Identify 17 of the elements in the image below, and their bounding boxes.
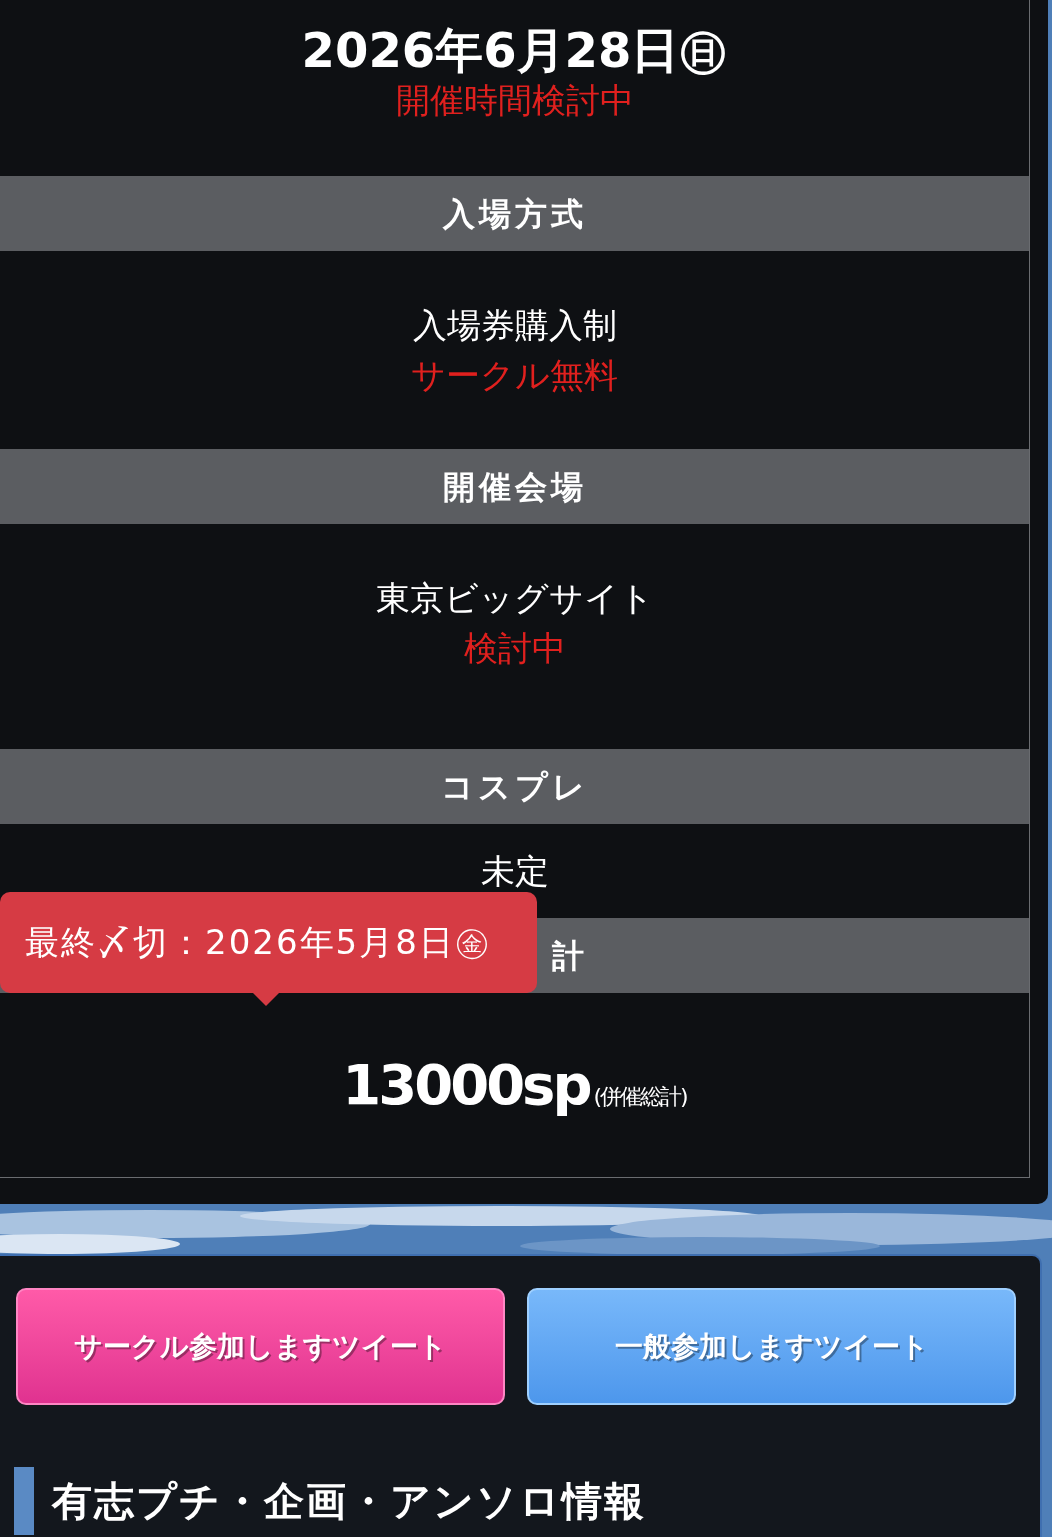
- tweet-button[interactable]: サークル参加しますツイート: [16, 1288, 505, 1405]
- section-heading: 開催会場: [0, 449, 1029, 524]
- section-title: 有志プチ・企画・アンソロ情報: [52, 1477, 646, 1526]
- info-text: 入場券購入制: [412, 304, 617, 347]
- section-heading: コスプレ: [0, 749, 1029, 824]
- time-note: 開催時間検討中: [395, 79, 634, 122]
- count-note: (併催総計): [593, 1083, 687, 1111]
- tweet-button[interactable]: 一般参加しますツイート: [527, 1288, 1016, 1405]
- info-text: 未定: [480, 850, 549, 893]
- tooltip-arrow: [253, 993, 279, 1006]
- section-heading: 入場方式: [0, 176, 1029, 251]
- space-count: 13000sp: [342, 1053, 590, 1117]
- heading-accent-bar: [14, 1467, 34, 1535]
- event-date: 2026年6月28日㊐: [301, 22, 728, 78]
- status-note: サークル無料: [411, 354, 618, 397]
- info-text: 東京ビッグサイト: [375, 577, 654, 620]
- status-note: 検討中: [463, 627, 566, 670]
